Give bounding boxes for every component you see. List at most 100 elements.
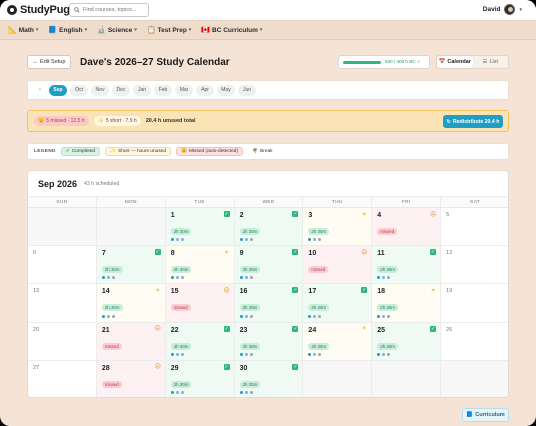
calendar-day-28[interactable]: 28 ☹ missed: [96, 360, 166, 397]
month-pill-nov[interactable]: Nov: [91, 84, 109, 96]
calendar-empty-cell: [96, 208, 166, 247]
day-number: 2: [239, 212, 244, 219]
calendar-day-2[interactable]: 2 ✓ 2h 30m: [234, 208, 304, 247]
month-pill-apr[interactable]: Apr: [196, 84, 214, 96]
lesson-dot: [170, 238, 174, 242]
curriculum-button[interactable]: 📘 Curriculum: [462, 408, 509, 422]
avatar[interactable]: [504, 4, 516, 15]
month-pill-jan[interactable]: Jan: [133, 84, 151, 96]
day-of-week-row: SUN MON TUE WED THU FRI SAT: [28, 197, 508, 208]
calendar-empty-cell: [303, 360, 373, 397]
flag-icon: 🇨🇦: [201, 27, 211, 34]
calendar-day-11[interactable]: 11 ✓ 2h 30m: [372, 246, 442, 285]
calendar-day-14[interactable]: 14 ✶ 2h 30m: [96, 284, 166, 323]
month-pill-feb[interactable]: Feb: [154, 84, 172, 96]
brand-name: StudyPug: [20, 4, 70, 16]
completed-check-icon: ✓: [361, 287, 368, 294]
missed-face-icon: 😟: [181, 149, 187, 154]
month-pill-sep[interactable]: Sep: [49, 84, 67, 96]
lesson-dot: [180, 352, 184, 356]
lesson-dot: [175, 352, 179, 356]
calendar-day-13[interactable]: 13: [28, 284, 97, 323]
calendar-day-30[interactable]: 30 ✓ 2h 30m: [234, 360, 304, 397]
calendar-day-10[interactable]: 10 ☹ missed: [303, 246, 373, 285]
lesson-dot: [170, 352, 174, 356]
hours-pill: 2h 30m: [101, 304, 123, 312]
calendar-day-9[interactable]: 9 ✓ 2h 30m: [234, 246, 304, 285]
day-of-week-fri: FRI: [372, 197, 442, 207]
calendar-day-8[interactable]: 8 ✶ 2h 30m: [165, 246, 235, 285]
month-pill-may[interactable]: May: [217, 84, 235, 96]
lesson-dots: [377, 352, 391, 356]
unused-hours-banner: 😟 5 missed · 12.5 h ✨ 5 short · 7.9 h 20…: [27, 110, 509, 132]
calendar-day-3[interactable]: 3 ✶ 2h 30m: [303, 208, 373, 247]
legend-short: ✨ Short — hours unused: [105, 147, 172, 156]
month-pill-oct[interactable]: Oct: [70, 84, 88, 96]
calendar-day-19[interactable]: 19: [441, 284, 508, 323]
lesson-dots: [377, 314, 391, 318]
progress-fill: [343, 60, 381, 64]
calendar-day-4[interactable]: 4 ☹ missed: [372, 208, 442, 247]
completed-check-icon: ✓: [292, 211, 299, 217]
calendar-day-16[interactable]: 16 ✓ 2h 30m: [234, 284, 304, 323]
short-sparkle-icon: ✶: [224, 249, 230, 256]
clipboard-icon: 📋: [146, 27, 156, 34]
subnav-item-test-prep[interactable]: 📋 Test Prep ▾: [146, 26, 191, 35]
hours-pill: 2h 30m: [377, 266, 398, 274]
calendar-day-23[interactable]: 23 ✓ 2h 30m: [234, 322, 304, 361]
lesson-dots: [170, 276, 184, 280]
day-number: 13: [33, 288, 40, 295]
calendar-day-15[interactable]: 15 ☹ missed: [165, 284, 235, 323]
calendar-view-button[interactable]: 📅 Calendar: [437, 56, 473, 68]
month-pill-dec[interactable]: Dec: [112, 84, 130, 96]
subnav-item-math[interactable]: 📐 Math ▾: [8, 26, 38, 35]
calendar-day-29[interactable]: 29 ✓ 2h 30m: [165, 360, 235, 397]
subnav-item-science[interactable]: 🔬 Science ▾: [97, 26, 137, 35]
redistribute-button[interactable]: ↻ Redistribute 20.4 h: [443, 115, 503, 128]
search-box[interactable]: [69, 3, 149, 17]
lesson-dot: [377, 276, 381, 280]
subnav-item-english[interactable]: 📘 English ▾: [48, 26, 88, 35]
lesson-dot: [244, 276, 248, 280]
legend: LEGEND ✔ Completed ✨ Short — hours unuse…: [27, 143, 509, 160]
subnav-item-bc-curriculum[interactable]: 🇨🇦 BC Curriculum ▾: [201, 26, 262, 35]
book-icon: 📘: [48, 27, 58, 34]
calendar-day-17[interactable]: 17 ✓ 2h 30m: [303, 284, 373, 323]
edit-setup-button[interactable]: ← Edit Setup: [27, 55, 71, 69]
calendar-day-12[interactable]: 12: [441, 246, 508, 285]
lesson-dot: [313, 314, 317, 318]
lesson-dot: [313, 238, 317, 242]
calendar-day-26[interactable]: 26: [441, 322, 508, 361]
day-number: 5: [446, 212, 450, 218]
calendar-day-22[interactable]: 22 ✓ 2h 30m: [165, 322, 235, 361]
day-number: 27: [33, 364, 40, 371]
calendar-day-18[interactable]: 18 ✶ 2h 30m: [372, 284, 442, 323]
palm-tree-icon: 🌴: [252, 149, 259, 154]
calendar-day-5[interactable]: 5: [441, 208, 508, 247]
calendar-day-20[interactable]: 20: [28, 322, 97, 361]
calendar-day-7[interactable]: 7 ✓ 2h 30m: [96, 246, 166, 285]
calendar-day-27[interactable]: 27: [28, 360, 97, 397]
chevron-down-icon: ▾: [84, 27, 88, 33]
calendar-day-25[interactable]: 25 ✓ 2h 30m: [372, 322, 442, 361]
month-pill-mar[interactable]: Mar: [175, 84, 193, 96]
list-view-button[interactable]: ☰ List: [473, 56, 509, 68]
user-menu[interactable]: David ▾: [483, 4, 522, 15]
lesson-dot: [249, 238, 253, 242]
search-input[interactable]: [83, 7, 148, 13]
lesson-dot: [175, 276, 179, 280]
month-pill-jun[interactable]: Jun: [238, 84, 256, 96]
calendar-day-6[interactable]: 6: [28, 246, 97, 285]
calendar-day-24[interactable]: 24 ✶ 2h 30m: [303, 322, 373, 361]
book-icon: 📘: [466, 412, 474, 418]
hours-pill: 2h 30m: [377, 304, 398, 312]
lesson-dots: [101, 276, 115, 280]
hours-progress: 530 / 400 h BC ✓: [338, 55, 430, 69]
logo[interactable]: StudyPug: [7, 4, 70, 16]
lesson-dot: [313, 352, 317, 356]
day-number: 19: [446, 288, 453, 295]
calendar-day-21[interactable]: 21 ☹ missed: [96, 322, 166, 361]
chevron-left-icon[interactable]: ‹: [34, 87, 46, 93]
calendar-day-1[interactable]: 1 ✓ 2h 30m: [165, 208, 235, 247]
check-icon: ✔: [65, 149, 70, 154]
